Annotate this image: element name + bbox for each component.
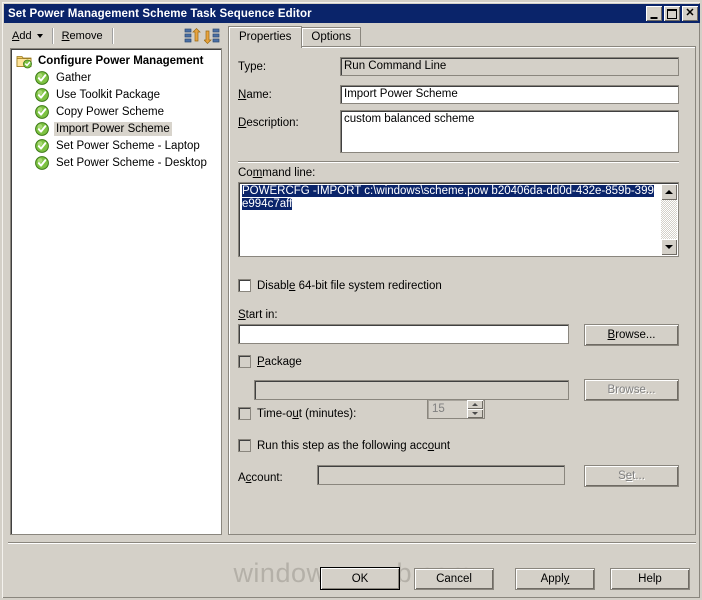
green-check-icon — [34, 138, 50, 154]
remove-button-label: Remove — [61, 29, 103, 42]
package-input — [254, 380, 569, 400]
spinner-down-icon[interactable] — [467, 409, 483, 418]
command-line-text: POWERCFG -IMPORT c:\windows\scheme.pow b… — [239, 183, 659, 213]
start-in-input[interactable] — [238, 324, 569, 344]
green-check-icon — [34, 104, 50, 120]
package-browse-label: Browse... — [607, 384, 656, 396]
tree-item-label: Use Toolkit Package — [56, 88, 160, 101]
tree-item-label: Gather — [56, 71, 92, 84]
description-label: Description: — [238, 117, 299, 129]
apply-button-label: Apply — [540, 573, 570, 585]
tree-item-import-power-scheme[interactable]: Import Power Scheme — [11, 120, 221, 137]
footer-divider — [8, 542, 696, 544]
timeout-checkbox[interactable] — [238, 407, 251, 420]
package-label: Package — [257, 355, 302, 368]
package-browse-button: Browse... — [584, 379, 679, 401]
package-checkbox[interactable] — [238, 355, 251, 368]
task-sequence-editor-window: Set Power Management Scheme Task Sequenc… — [0, 0, 702, 600]
task-sequence-tree[interactable]: Configure Power Management Gather Use To… — [10, 48, 222, 535]
tree-item-use-toolkit-package[interactable]: Use Toolkit Package — [11, 86, 221, 103]
timeout-spinner-buttons — [467, 400, 484, 418]
disable-redirection-checkbox[interactable] — [238, 279, 251, 292]
move-up-icon[interactable] — [182, 26, 202, 45]
tab-properties[interactable]: Properties — [228, 26, 303, 48]
properties-pane: Type: Run Command Line Name: Import Powe… — [228, 46, 696, 535]
cancel-button-label: Cancel — [436, 573, 472, 585]
tab-options[interactable]: Options — [301, 27, 362, 47]
timeout-spinner[interactable]: 15 — [427, 399, 485, 419]
window-title: Set Power Management Scheme Task Sequenc… — [8, 7, 312, 20]
green-check-icon — [34, 87, 50, 103]
tree-item-label: Set Power Scheme - Laptop — [56, 139, 200, 152]
tree-item-label: Copy Power Scheme — [56, 105, 165, 118]
type-label: Type: — [238, 61, 267, 73]
tree-item-set-power-scheme-desktop[interactable]: Set Power Scheme - Desktop — [11, 154, 221, 171]
green-check-icon — [34, 121, 50, 137]
tab-options-label: Options — [311, 31, 352, 43]
tree-item-copy-power-scheme[interactable]: Copy Power Scheme — [11, 103, 221, 120]
toolbar-separator — [111, 27, 113, 44]
command-line-input[interactable]: POWERCFG -IMPORT c:\windows\scheme.pow b… — [238, 182, 679, 257]
run-as-checkbox[interactable] — [238, 439, 251, 452]
green-check-icon — [34, 155, 50, 171]
start-in-browse-button[interactable]: Browse... — [584, 324, 679, 346]
name-label: Name: — [238, 89, 272, 101]
chevron-down-icon — [36, 33, 43, 38]
run-as-label: Run this step as the following account — [257, 439, 451, 452]
command-line-scrollbar[interactable] — [661, 184, 677, 255]
scroll-down-icon[interactable] — [661, 239, 677, 255]
remove-button[interactable]: Remove — [56, 26, 109, 45]
tree-item-configure-power-management[interactable]: Configure Power Management — [11, 52, 221, 69]
timeout-label: Time-out (minutes): — [257, 407, 357, 420]
package-checkbox-row[interactable]: Package — [238, 355, 302, 368]
tree-item-label: Import Power Scheme — [54, 121, 172, 136]
ok-button[interactable]: OK — [320, 567, 400, 590]
name-input[interactable]: Import Power Scheme — [340, 85, 679, 104]
timeout-checkbox-row[interactable]: Time-out (minutes): — [238, 407, 356, 420]
green-check-icon — [34, 70, 50, 86]
command-line-selected-text: POWERCFG -IMPORT c:\windows\scheme.pow b… — [242, 185, 654, 210]
tree-item-set-power-scheme-laptop[interactable]: Set Power Scheme - Laptop — [11, 137, 221, 154]
editor-toolbar: Add Remove — [6, 25, 222, 46]
account-label: Account: — [238, 472, 283, 484]
toolbar-separator — [51, 27, 53, 44]
disable-redirection-label: Disable 64-bit file system redirection — [257, 279, 442, 292]
spinner-up-icon[interactable] — [467, 400, 483, 409]
command-line-label: Command line: — [238, 167, 316, 179]
ok-button-label: OK — [351, 572, 369, 585]
section-divider — [238, 161, 679, 163]
help-button-label: Help — [638, 573, 662, 585]
tree-item-gather[interactable]: Gather — [11, 69, 221, 86]
account-input — [317, 465, 565, 485]
tree-item-label: Configure Power Management — [38, 54, 204, 67]
description-input[interactable]: custom balanced scheme — [340, 110, 679, 153]
close-icon: ✕ — [685, 7, 695, 19]
start-in-label: Start in: — [238, 309, 278, 321]
tree-item-label: Set Power Scheme - Desktop — [56, 156, 207, 169]
run-as-checkbox-row[interactable]: Run this step as the following account — [238, 439, 450, 452]
tab-properties-label: Properties — [239, 31, 292, 43]
start-in-browse-label: Browse... — [607, 329, 656, 341]
move-down-icon[interactable] — [202, 26, 222, 45]
disable-redirection-checkbox-row[interactable]: Disable 64-bit file system redirection — [238, 279, 442, 292]
apply-button[interactable]: Apply — [515, 568, 595, 590]
scroll-up-icon[interactable] — [661, 184, 677, 200]
property-tabs: Properties Options — [228, 26, 696, 48]
account-set-button: Set... — [584, 465, 679, 487]
cancel-button[interactable]: Cancel — [414, 568, 494, 590]
help-button[interactable]: Help — [610, 568, 690, 590]
window-controls: ✕ — [646, 6, 700, 21]
add-button-label: Add — [12, 29, 32, 42]
account-set-label: Set... — [618, 470, 645, 482]
window-titlebar[interactable]: Set Power Management Scheme Task Sequenc… — [4, 4, 700, 23]
folder-check-icon — [16, 53, 32, 69]
type-value: Run Command Line — [340, 57, 679, 76]
minimize-button[interactable] — [646, 6, 662, 21]
maximize-button[interactable] — [664, 6, 680, 21]
add-button[interactable]: Add — [6, 26, 49, 45]
close-button[interactable]: ✕ — [682, 6, 698, 21]
